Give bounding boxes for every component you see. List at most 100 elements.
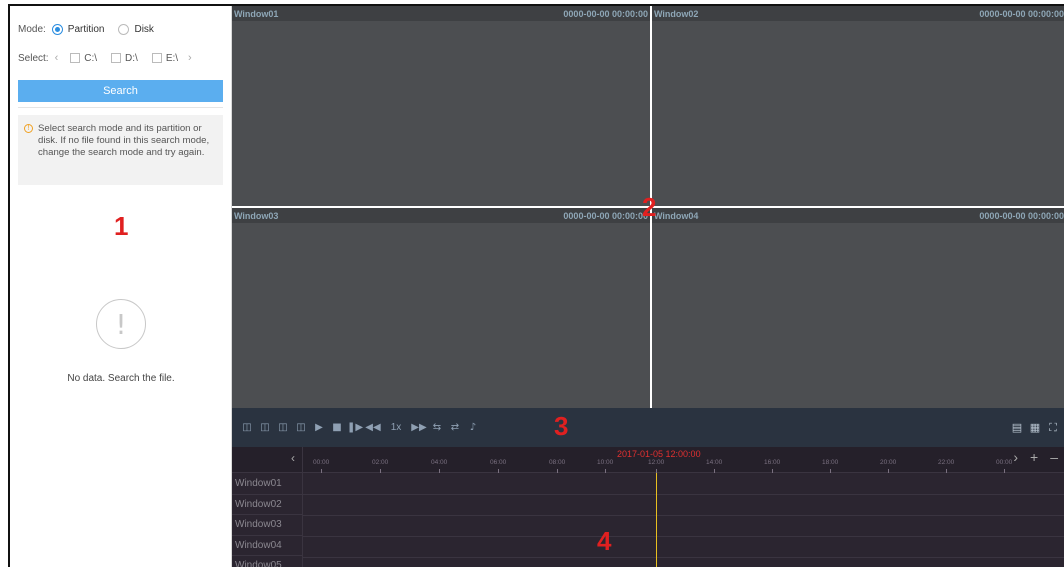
timeline-ruler[interactable]: ‹ 2017-01-05 12:00:00 00:00 02:00 04:00 … [232, 447, 1064, 473]
partition-label[interactable]: Partition [68, 24, 105, 35]
timeline-current-time: 2017-01-05 12:00:00 [617, 449, 701, 459]
video-window-2[interactable]: Window02 0000-00-00 00:00:00 [652, 6, 1064, 206]
chevron-left-icon[interactable]: ‹ [55, 52, 59, 64]
playback-control-bar: ◫ ◫ ◫ ◫ ▶ ■ ❚▶ ◀◀ 1x ▶▶ ⇆ ⇄ ♪ ▤ ▦ ⛶ [232, 408, 1064, 447]
async-icon[interactable]: ⇄ [446, 422, 464, 433]
timeline-row-label: Window05 [232, 556, 302, 567]
select-label: Select: [18, 52, 49, 64]
zoom-in-icon[interactable]: + [1030, 449, 1038, 465]
chevron-right-icon[interactable]: › [188, 52, 192, 64]
drive-e-checkbox[interactable] [151, 53, 162, 63]
tick-label: 20:00 [880, 459, 897, 466]
tip-text: Select search mode and its partition or … [38, 123, 210, 158]
window-header: Window03 0000-00-00 00:00:00 [232, 208, 650, 223]
partition-radio[interactable] [51, 24, 63, 35]
search-button[interactable]: Search [18, 80, 223, 102]
select-row: Select: ‹ C:\ D:\ E:\ › [18, 52, 196, 64]
mode-row: Mode: Partition Disk [18, 24, 154, 35]
fast-icon[interactable]: ▶▶ [410, 422, 428, 433]
callout-3: 3 [554, 411, 569, 441]
save-clip-icon[interactable]: ◫ [274, 422, 292, 433]
tick-label: 08:00 [549, 459, 566, 466]
tick-mark [946, 469, 947, 473]
window-timestamp: 0000-00-00 00:00:00 [979, 210, 1064, 221]
tick-label: 12:00 [648, 459, 665, 466]
timeline-row-labels: Window01 Window02 Window03 Window04 Wind… [232, 474, 302, 567]
tick-label: 22:00 [938, 459, 955, 466]
tick-mark [714, 469, 715, 473]
download-icon[interactable]: ◫ [292, 422, 310, 433]
tick-mark [772, 469, 773, 473]
timeline-row-label: Window03 [232, 515, 302, 536]
tick-label: 16:00 [764, 459, 781, 466]
timeline-cursor[interactable] [656, 473, 657, 567]
video-window-3[interactable]: Window03 0000-00-00 00:00:00 [232, 208, 650, 408]
volume-icon[interactable]: ♪ [464, 422, 482, 433]
timeline-row-line [302, 494, 1064, 495]
zoom-out-icon[interactable]: – [1050, 449, 1058, 465]
divider [18, 107, 223, 108]
step-forward-icon[interactable]: ❚▶ [346, 422, 364, 433]
sync-icon[interactable]: ⇆ [428, 422, 446, 433]
info-icon: ! [24, 124, 33, 133]
timeline-panel[interactable]: ‹ 2017-01-05 12:00:00 00:00 02:00 04:00 … [232, 447, 1064, 567]
timeline-next-icon[interactable]: › [1013, 449, 1018, 465]
speed-label: 1x [390, 422, 402, 433]
drive-d-checkbox[interactable] [111, 53, 122, 63]
list-icon[interactable]: ▤ [1008, 421, 1026, 434]
clip-icon[interactable]: ◫ [256, 422, 274, 433]
window-header: Window04 0000-00-00 00:00:00 [652, 208, 1064, 223]
tick-label: 14:00 [706, 459, 723, 466]
tick-label: 18:00 [822, 459, 839, 466]
play-icon[interactable]: ▶ [310, 422, 328, 433]
timeline-row-line [302, 557, 1064, 558]
tick-label: 06:00 [490, 459, 507, 466]
drive-c-label[interactable]: C:\ [84, 53, 97, 64]
tip-box: ! Select search mode and its partition o… [18, 115, 223, 185]
window-title: Window04 [654, 210, 699, 221]
tick-mark [439, 469, 440, 473]
timeline-prev-icon[interactable]: ‹ [291, 451, 295, 465]
window-header: Window01 0000-00-00 00:00:00 [232, 6, 650, 21]
callout-1: 1 [114, 211, 129, 241]
drive-c-checkbox[interactable] [70, 53, 81, 63]
empty-state-icon: ! [96, 299, 146, 349]
drive-e-label[interactable]: E:\ [166, 53, 178, 64]
timeline-row-label: Window01 [232, 474, 302, 495]
callout-4: 4 [597, 526, 612, 556]
tick-label: 00:00 [313, 459, 330, 466]
tick-mark [605, 469, 606, 473]
window-title: Window01 [234, 8, 279, 19]
tick-mark [321, 469, 322, 473]
drive-d-label[interactable]: D:\ [125, 53, 138, 64]
window-title: Window02 [654, 8, 699, 19]
search-panel: Mode: Partition Disk Select: ‹ C:\ D:\ E… [10, 6, 232, 567]
tick-mark [380, 469, 381, 473]
video-window-4[interactable]: Window04 0000-00-00 00:00:00 [652, 208, 1064, 408]
timeline-label-divider [302, 447, 303, 567]
tick-mark [498, 469, 499, 473]
tick-mark [1004, 469, 1005, 473]
window-timestamp: 0000-00-00 00:00:00 [563, 8, 648, 19]
tick-label: 02:00 [372, 459, 389, 466]
timeline-row-label: Window02 [232, 494, 302, 515]
fullscreen-icon[interactable]: ⛶ [1044, 421, 1062, 435]
callout-2: 2 [642, 192, 657, 222]
timeline-row-line [302, 536, 1064, 537]
mode-label: Mode: [18, 24, 46, 35]
window-timestamp: 0000-00-00 00:00:00 [979, 8, 1064, 19]
tick-label: 10:00 [597, 459, 614, 466]
layout-grid-icon[interactable]: ▦ [1026, 421, 1044, 434]
tick-mark [830, 469, 831, 473]
disk-label[interactable]: Disk [134, 24, 153, 35]
empty-state-text: No data. Search the file. [67, 373, 175, 384]
tick-label: 04:00 [431, 459, 448, 466]
window-title: Window03 [234, 210, 279, 221]
timeline-row-line [302, 515, 1064, 516]
disk-radio[interactable] [118, 24, 130, 35]
stop-icon[interactable]: ■ [328, 422, 346, 433]
video-window-1[interactable]: Window01 0000-00-00 00:00:00 [232, 6, 650, 206]
timeline-row-label: Window04 [232, 535, 302, 556]
slow-icon[interactable]: ◀◀ [364, 422, 382, 433]
capture-icon[interactable]: ◫ [238, 422, 256, 433]
